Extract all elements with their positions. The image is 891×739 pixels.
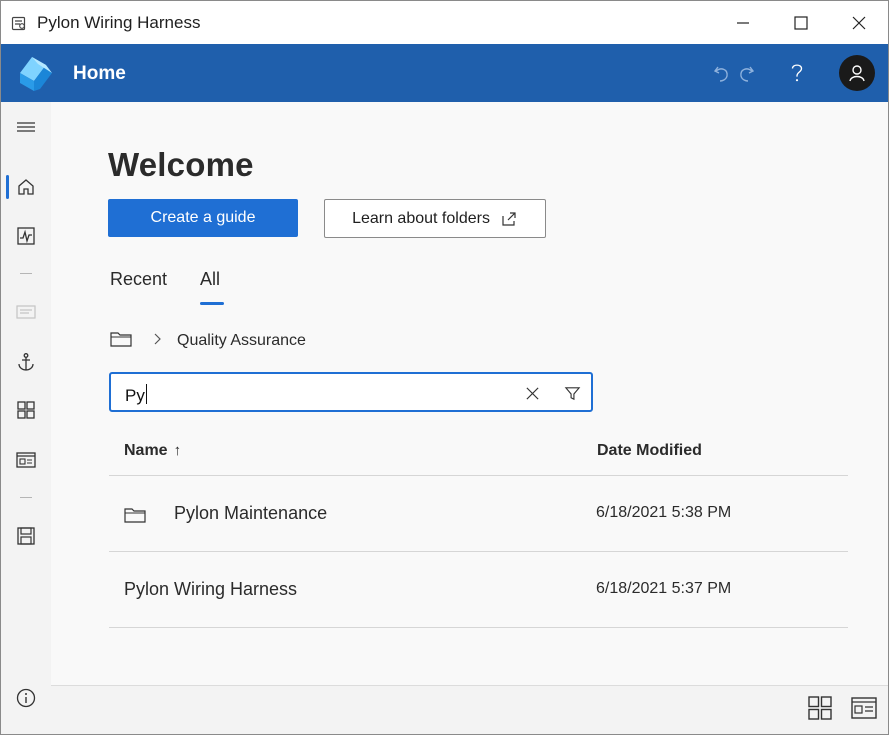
document-icon	[16, 305, 36, 319]
search-input-value: Py	[125, 386, 145, 405]
anchor-icon	[18, 353, 34, 371]
grid-view-icon	[808, 696, 832, 720]
window-title: Pylon Wiring Harness	[37, 13, 201, 32]
card-view-icon	[851, 697, 877, 719]
filter-button[interactable]	[561, 382, 583, 404]
active-tab-indicator	[200, 302, 224, 305]
create-guide-button[interactable]: Create a guide	[108, 199, 298, 237]
main-content: Welcome Create a guide Learn about folde…	[51, 102, 888, 685]
redo-button[interactable]	[732, 59, 760, 87]
info-icon	[16, 688, 36, 708]
sort-ascending-icon: ↑	[173, 442, 182, 459]
maximize-button[interactable]	[772, 1, 830, 44]
app-window: Pylon Wiring Harness Home Welcome Create…	[0, 0, 889, 735]
help-icon	[791, 64, 803, 82]
sidebar-item-analytics[interactable]	[1, 216, 51, 256]
page-title: Home	[73, 63, 126, 84]
help-button[interactable]	[783, 59, 811, 87]
close-icon	[852, 16, 866, 29]
search-input[interactable]: Py	[125, 384, 147, 406]
welcome-heading: Welcome	[108, 146, 254, 183]
search-box[interactable]: Py	[109, 372, 593, 412]
row-name: Pylon Maintenance	[174, 503, 328, 523]
sidebar-item-anchor[interactable]	[1, 342, 51, 382]
name-column-label: Name	[124, 442, 168, 459]
undo-icon	[713, 66, 728, 82]
save-icon	[17, 527, 35, 545]
app-header: Home	[1, 44, 888, 102]
folder-root-icon[interactable]	[110, 330, 132, 353]
create-guide-label: Create a guide	[150, 209, 256, 226]
learn-folders-button[interactable]: Learn about folders	[324, 199, 546, 238]
sidebar-menu-button[interactable]	[1, 107, 51, 147]
sidebar-item-info[interactable]	[1, 678, 51, 718]
name-column-header[interactable]: Name ↑	[124, 442, 181, 460]
filter-icon	[564, 386, 580, 400]
learn-folders-label: Learn about folders	[352, 209, 490, 227]
sidebar-item-home[interactable]	[1, 167, 51, 207]
chevron-right-icon	[152, 332, 162, 351]
card-view-button[interactable]	[851, 695, 877, 721]
logo-icon	[12, 53, 54, 93]
hamburger-menu-icon	[17, 122, 35, 132]
card-view-icon	[16, 452, 36, 468]
sidebar-item-document[interactable]	[1, 292, 51, 332]
sidebar-item-grid[interactable]	[1, 390, 51, 430]
redo-icon	[740, 66, 755, 82]
folder-icon	[124, 506, 146, 523]
account-avatar[interactable]	[839, 55, 875, 91]
tab-recent[interactable]: Recent	[110, 269, 167, 290]
close-button[interactable]	[830, 1, 888, 44]
home-icon	[18, 179, 34, 195]
row-date: 6/18/2021 5:37 PM	[596, 580, 732, 597]
clear-icon	[525, 386, 539, 400]
date-column-header[interactable]: Date Modified	[597, 442, 702, 460]
minimize-icon	[737, 21, 749, 24]
footer-bar	[51, 686, 888, 734]
app-icon	[11, 15, 27, 31]
text-caret	[145, 384, 147, 404]
maximize-icon	[794, 15, 808, 30]
sidebar-divider	[20, 497, 32, 498]
external-link-icon	[502, 211, 516, 226]
grid-icon	[17, 401, 35, 419]
tab-all[interactable]: All	[200, 269, 220, 290]
table-row[interactable]: Pylon Wiring Harness 6/18/2021 5:37 PM	[109, 552, 848, 627]
table-divider	[109, 627, 848, 628]
sidebar-item-cards[interactable]	[1, 440, 51, 480]
grid-view-button[interactable]	[807, 695, 833, 721]
sidebar-divider	[20, 273, 32, 274]
title-bar: Pylon Wiring Harness	[1, 1, 888, 44]
row-date: 6/18/2021 5:38 PM	[596, 504, 732, 521]
row-name: Pylon Wiring Harness	[124, 579, 298, 599]
breadcrumb-item[interactable]: Quality Assurance	[177, 332, 306, 350]
activity-chart-icon	[17, 227, 35, 245]
minimize-button[interactable]	[714, 1, 772, 44]
sidebar-item-save[interactable]	[1, 516, 51, 556]
sidebar	[1, 102, 51, 734]
person-icon	[849, 65, 865, 82]
breadcrumb	[110, 330, 162, 352]
clear-search-button[interactable]	[521, 382, 543, 404]
table-row[interactable]: Pylon Maintenance 6/18/2021 5:38 PM	[109, 476, 848, 551]
